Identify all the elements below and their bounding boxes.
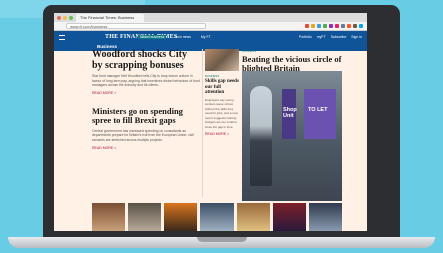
left-column: Woodford shocks City by scrapping bonuse… (92, 49, 200, 150)
strip-thumbnail[interactable] (200, 203, 234, 231)
read-more-link[interactable]: READ MORE > (92, 91, 200, 95)
strip-thumbnail[interactable] (128, 203, 162, 231)
header-link[interactable]: Subscribe (331, 35, 347, 39)
lead-headline[interactable]: Woodford shocks City by scrapping bonuse… (92, 49, 200, 71)
menu-icon[interactable] (59, 35, 65, 40)
image-strip (92, 203, 342, 231)
laptop-notch (197, 237, 247, 242)
laptop-screen: The Financial Times: Business www.ft.com… (54, 13, 367, 231)
strip-thumbnail[interactable] (308, 203, 342, 231)
ft-nav: Nikkei business Tech news My FT (138, 35, 213, 39)
read-more-link[interactable]: READ MORE > (92, 146, 200, 150)
photo-sign-text: Shop Unit (283, 107, 297, 119)
extension-icon[interactable] (311, 24, 315, 28)
extension-icon[interactable] (341, 24, 345, 28)
strip-thumbnail[interactable] (236, 203, 270, 231)
shop-window (304, 89, 336, 139)
header-link[interactable]: Sign in (351, 35, 362, 39)
column-divider (202, 49, 203, 197)
middle-column: Business Skills gap needs our full atten… (205, 49, 239, 136)
article-grid: Woodford shocks City by scrapping bonuse… (92, 49, 342, 201)
browser-tab-bar: The Financial Times: Business (54, 13, 367, 22)
story-kicker: Business (205, 74, 220, 78)
close-window-dot[interactable] (57, 16, 61, 20)
extension-icon[interactable] (353, 24, 357, 28)
address-row: www.ft.com/business (54, 22, 367, 31)
story-thumbnail[interactable] (205, 49, 239, 71)
maximize-window-dot[interactable] (69, 16, 73, 20)
feature-photo[interactable]: Shop Unit TO LET (242, 71, 342, 201)
story-kicker: Business (242, 49, 257, 53)
second-summary: Central government has increased spendin… (92, 128, 194, 142)
browser-tab[interactable]: The Financial Times: Business (76, 14, 144, 22)
nav-item[interactable]: Tech news (172, 35, 193, 39)
minimize-window-dot[interactable] (63, 16, 67, 20)
header-link[interactable]: myFT (317, 35, 326, 39)
extension-icons (305, 24, 363, 28)
mid-summary: Employers say young workers leave school… (205, 97, 238, 129)
extension-icon[interactable] (347, 24, 351, 28)
nav-item[interactable]: My FT (199, 35, 213, 39)
strip-thumbnail[interactable] (164, 203, 198, 231)
extension-icon[interactable] (323, 24, 327, 28)
extension-icon[interactable] (317, 24, 321, 28)
extension-icon[interactable] (335, 24, 339, 28)
header-link[interactable]: Portfolio (299, 35, 312, 39)
right-column: Business Beating the vicious circle of b… (242, 49, 342, 201)
header-right-links: Portfolio myFT Subscribe Sign in (299, 35, 362, 39)
address-bar[interactable]: www.ft.com/business (66, 23, 206, 29)
pedestrian-figure (250, 86, 272, 186)
extension-icon[interactable] (359, 24, 363, 28)
second-headline[interactable]: Ministers go on spending spree to fill B… (92, 106, 200, 126)
read-more-link[interactable]: READ MORE > (205, 132, 239, 136)
extension-icon[interactable] (305, 24, 309, 28)
extension-icon[interactable] (329, 24, 333, 28)
strip-thumbnail[interactable] (272, 203, 306, 231)
mid-headline[interactable]: Skills gap needs our full attention (205, 79, 239, 96)
lead-summary: Star fund manager Neil Woodford tells Ci… (92, 74, 200, 88)
ft-header: THE FINANCIAL TIMES Nikkei business Tech… (54, 31, 367, 51)
photo-sign-text: TO LET (308, 107, 328, 113)
second-story: Ministers go on spending spree to fill B… (92, 106, 200, 150)
strip-thumbnail[interactable] (92, 203, 126, 231)
nav-item[interactable]: Nikkei business (138, 35, 167, 39)
